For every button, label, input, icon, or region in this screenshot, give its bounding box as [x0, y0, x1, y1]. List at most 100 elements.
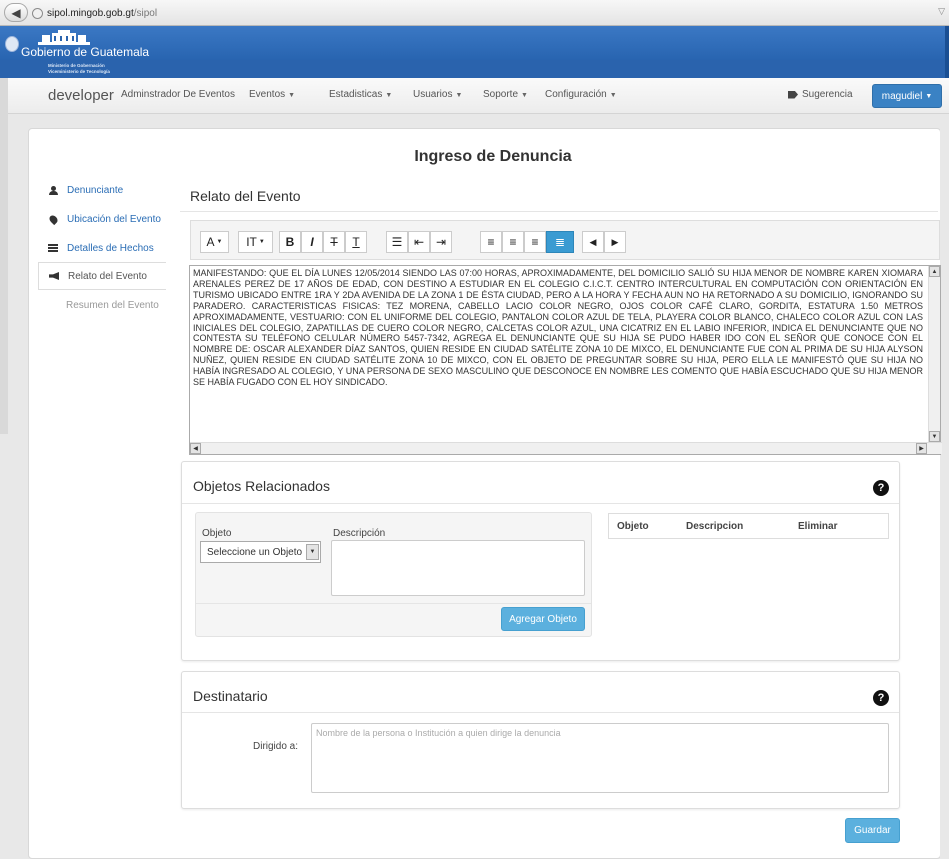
sidenav-item-resumen[interactable]: Resumen del Evento — [38, 291, 166, 319]
agregar-objeto-button[interactable]: Agregar Objeto — [501, 607, 585, 631]
redo-icon: ▶ — [611, 236, 619, 247]
bullet-list-icon: ☰ — [391, 235, 403, 249]
caret-down-icon: ▼ — [385, 92, 393, 99]
chevron-down-icon[interactable]: ▽ — [938, 6, 945, 17]
objeto-form-divider — [196, 603, 591, 604]
descripcion-label: Descripción — [333, 528, 386, 539]
caret-down-icon: ▼ — [521, 92, 528, 99]
banner-vice-ministry: Viceministerio de Tecnología — [48, 69, 110, 74]
select-arrow-icon: ▼ — [306, 544, 319, 560]
caret-down-icon: ▼ — [216, 239, 223, 245]
col-objeto: Objeto — [617, 520, 649, 532]
sidenav-label: Denunciante — [67, 184, 124, 196]
nav-item-usuarios[interactable]: Usuarios ▼ — [413, 89, 462, 100]
redo-button[interactable]: ▶ — [604, 231, 626, 253]
align-right-button[interactable]: ≡ — [524, 231, 546, 253]
url-field[interactable]: sipol.mingob.gob.gt/sipol — [32, 5, 912, 21]
underline-button[interactable]: T — [345, 231, 367, 253]
help-icon[interactable]: ? — [873, 480, 889, 496]
list-icon — [46, 243, 60, 253]
guardar-button[interactable]: Guardar — [845, 818, 900, 843]
user-menu-button[interactable]: magudiel ▼ — [872, 84, 942, 108]
bullet-list-button[interactable]: ☰ — [386, 231, 408, 253]
banner-edge — [945, 26, 949, 78]
bold-button[interactable]: B — [279, 231, 301, 253]
sidenav-label: Resumen del Evento — [66, 299, 159, 311]
relato-divider — [180, 211, 938, 212]
align-left-icon: ≡ — [487, 235, 495, 249]
vertical-scrollbar[interactable]: ▲ ▼ — [928, 266, 940, 442]
nav-item-administrador[interactable]: Adminstrador De Eventos — [121, 89, 235, 100]
descripcion-textarea[interactable] — [331, 540, 585, 596]
align-center-button[interactable]: ≡ — [502, 231, 524, 253]
col-descripcion: Descripcion — [686, 520, 744, 532]
horizontal-scrollbar[interactable]: ◀ ▶ — [190, 442, 942, 454]
font-button[interactable]: A ▼ — [200, 231, 229, 253]
arrow-left-icon: ◀ — [11, 5, 21, 20]
banner-ministry: Ministerio de Gobernación — [48, 63, 105, 68]
dirigido-textarea[interactable]: Nombre de la persona o Institución a qui… — [311, 723, 889, 793]
align-left-button[interactable]: ≡ — [480, 231, 502, 253]
banner-brand: Gobierno de Guatemala — [21, 45, 150, 59]
objeto-select[interactable]: Seleccione un Objeto ▼ — [200, 541, 321, 563]
nav-label: Eventos — [249, 89, 286, 100]
scroll-down-icon[interactable]: ▼ — [929, 431, 940, 442]
undo-icon: ◀ — [589, 236, 597, 247]
align-justify-icon: ≣ — [554, 235, 566, 249]
map-marker-icon — [46, 213, 60, 225]
destinatario-heading: Destinatario — [193, 688, 268, 704]
suggestion-label: Sugerencia — [802, 89, 853, 100]
indent-button[interactable]: ⇥ — [430, 231, 452, 253]
objetos-divider — [182, 503, 899, 504]
undo-button[interactable]: ◀ — [582, 231, 604, 253]
align-justify-button[interactable]: ≣ — [546, 231, 574, 253]
globe-icon — [32, 7, 43, 19]
scroll-left-icon[interactable]: ◀ — [190, 443, 201, 454]
italic-button[interactable]: I — [301, 231, 323, 253]
seal-icon — [5, 36, 19, 52]
nav-item-configuracion[interactable]: Configuración ▼ — [545, 89, 617, 100]
page-right-edge — [940, 128, 949, 859]
sidenav-label: Detalles de Hechos — [67, 242, 154, 254]
font-size-button[interactable]: IT ▼ — [238, 231, 273, 253]
scroll-right-icon[interactable]: ▶ — [916, 443, 927, 454]
strikethrough-button[interactable]: T — [323, 231, 345, 253]
suggestion-link[interactable]: Sugerencia — [788, 89, 853, 100]
relato-text[interactable]: MANIFESTANDO: QUE EL DÍA LUNES 12/05/201… — [193, 268, 923, 388]
navbar-gutter — [0, 78, 8, 114]
outdent-button[interactable]: ⇤ — [408, 231, 430, 253]
government-banner: Gobierno de Guatemala Ministerio de Gobe… — [0, 26, 949, 78]
nav-label: Estadisticas — [329, 89, 383, 100]
font-glyph: A — [206, 235, 215, 249]
tag-icon — [788, 90, 798, 99]
sidenav-item-relato[interactable]: Relato del Evento — [38, 262, 166, 290]
navbar-brand[interactable]: developer — [48, 87, 114, 104]
strike-glyph: T — [330, 235, 338, 249]
user-icon — [46, 185, 60, 195]
italic-glyph: I — [310, 235, 314, 249]
sidenav-item-detalles[interactable]: Detalles de Hechos — [38, 234, 166, 262]
browser-address-bar: ◀ sipol.mingob.gob.gt/sipol ▽ — [0, 0, 949, 26]
user-name: magudiel — [881, 90, 923, 102]
col-eliminar: Eliminar — [798, 520, 838, 532]
nav-item-estadisticas[interactable]: Estadisticas ▼ — [329, 89, 392, 100]
nav-label: Usuarios — [413, 89, 453, 100]
underline-glyph: T — [352, 235, 360, 249]
size-glyph: IT — [246, 235, 257, 249]
sidenav-item-ubicacion[interactable]: Ubicación del Evento — [38, 205, 166, 233]
destinatario-divider — [182, 712, 899, 713]
back-button[interactable]: ◀ — [4, 3, 28, 22]
nav-item-soporte[interactable]: Soporte ▼ — [483, 89, 528, 100]
nav-item-eventos[interactable]: Eventos ▼ — [249, 89, 295, 100]
indent-icon: ⇥ — [435, 235, 447, 249]
help-icon[interactable]: ? — [873, 690, 889, 706]
scroll-up-icon[interactable]: ▲ — [929, 266, 940, 277]
sidenav-label: Relato del Evento — [68, 270, 147, 282]
sidenav-item-denunciante[interactable]: Denunciante — [38, 176, 166, 204]
objetos-heading: Objetos Relacionados — [193, 478, 330, 494]
outdent-icon: ⇤ — [413, 235, 425, 249]
align-right-icon: ≡ — [531, 235, 539, 249]
caret-down-icon: ▼ — [258, 239, 265, 245]
sidenav-label: Ubicación del Evento — [67, 213, 161, 225]
relato-editor[interactable]: MANIFESTANDO: QUE EL DÍA LUNES 12/05/201… — [189, 265, 942, 455]
